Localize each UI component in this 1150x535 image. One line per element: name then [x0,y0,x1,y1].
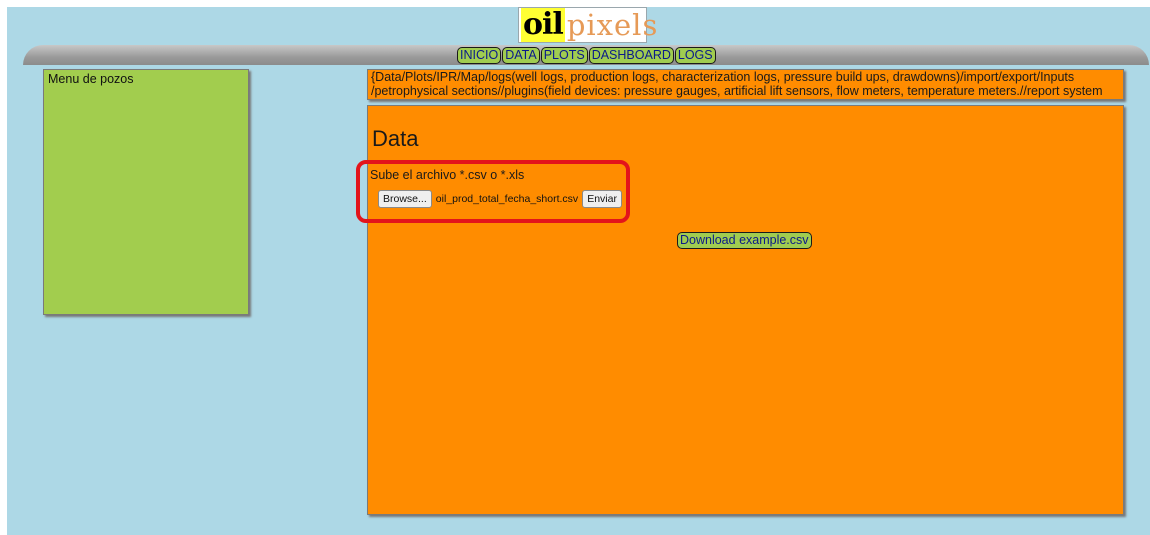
page: oil pixels INICIO DATA PLOTS DASHBOARD L… [7,7,1150,535]
nav-plots[interactable]: PLOTS [540,47,588,64]
main-nav: INICIO DATA PLOTS DASHBOARD LOGS [457,47,716,64]
logo: oil pixels [518,7,657,43]
page-title: Data [372,126,419,151]
wells-menu: Menu de pozos [43,69,249,315]
logo-pixels-text: pixels [566,8,659,42]
browse-button[interactable]: Browse... [378,190,432,208]
description-text: {Data/Plots/IPR/Map/logs(well logs, prod… [371,70,1103,99]
upload-form: Browse... oil_prod_total_fecha_short.csv… [378,190,622,208]
selected-file-name: oil_prod_total_fecha_short.csv [435,193,579,205]
download-example-button[interactable]: Download example.csv [677,232,812,249]
nav-inicio[interactable]: INICIO [457,47,502,64]
data-panel: Data Sube el archivo *.csv o *.xls Brows… [356,105,1124,515]
description-box: {Data/Plots/IPR/Map/logs(well logs, prod… [367,69,1124,100]
wells-menu-title: Menu de pozos [48,72,134,86]
logo-oil-text: oil [521,7,565,42]
upload-label: Sube el archivo *.csv o *.xls [370,168,525,182]
submit-button[interactable]: Enviar [582,190,622,208]
nav-dashboard[interactable]: DASHBOARD [588,47,674,64]
nav-data[interactable]: DATA [502,47,540,64]
nav-logs[interactable]: LOGS [674,47,716,64]
